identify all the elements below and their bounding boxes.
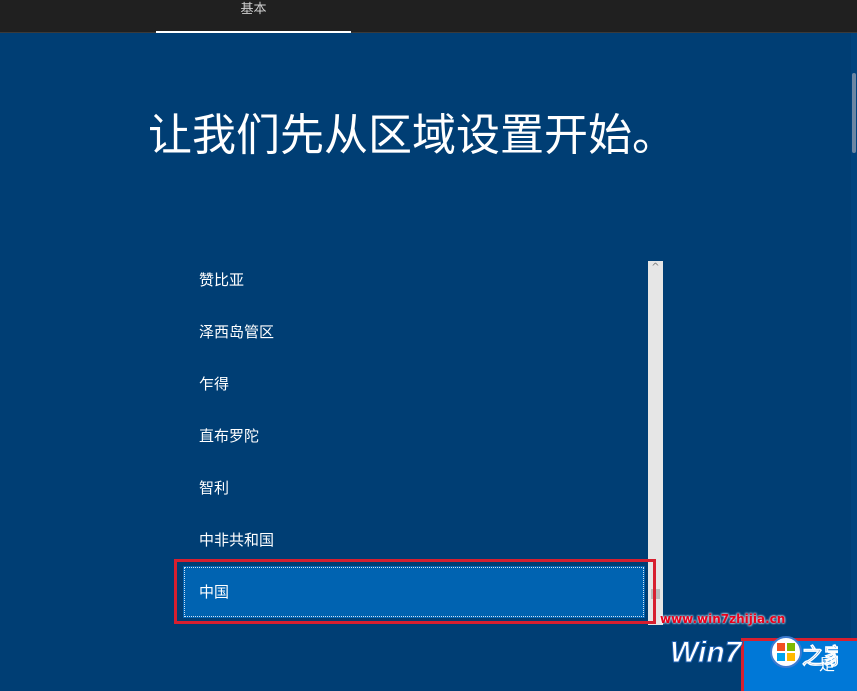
page-title: 让我们先从区域设置开始。 xyxy=(148,110,676,161)
list-item-zambia[interactable]: 赞比亚 xyxy=(183,261,645,306)
list-scrollbar-thumb[interactable] xyxy=(651,589,660,599)
list-item-central-african-republic[interactable]: 中非共和国 xyxy=(183,514,645,566)
yes-button[interactable]: 是 xyxy=(741,638,857,691)
list-item-label: 泽西岛管区 xyxy=(199,323,275,341)
list-item-jersey[interactable]: 泽西岛管区 xyxy=(183,306,645,358)
list-item-label: 智利 xyxy=(199,479,230,497)
list-item-chile[interactable]: 智利 xyxy=(183,462,645,514)
list-item-china[interactable]: 中国 xyxy=(183,566,645,618)
scroll-up-arrow-icon[interactable]: ^ xyxy=(648,261,663,275)
list-item-chad[interactable]: 乍得 xyxy=(183,358,645,410)
list-item-label: 中国 xyxy=(199,583,230,601)
region-list[interactable]: 赞比亚 泽西岛管区 乍得 直布罗陀 智利 中非共和国 中国 xyxy=(174,261,648,625)
logo-text: Win7 xyxy=(670,636,743,669)
tab-basic-label: 基本 xyxy=(240,2,267,17)
watermark-url: www.win7zhijia.cn xyxy=(660,612,786,626)
list-item-gibraltar[interactable]: 直布罗陀 xyxy=(183,410,645,462)
list-item-label: 乍得 xyxy=(199,375,230,393)
top-bar: 基本 xyxy=(0,0,857,33)
list-item-label: 赞比亚 xyxy=(199,271,245,289)
yes-button-label: 是 xyxy=(818,655,835,674)
list-item-label: 直布罗陀 xyxy=(199,427,260,445)
window-scrollbar[interactable] xyxy=(851,33,857,691)
window-scrollbar-thumb[interactable] xyxy=(852,73,856,153)
list-scrollbar[interactable]: ^ xyxy=(648,261,663,625)
list-item-label: 中非共和国 xyxy=(199,531,275,549)
tab-basic[interactable]: 基本 xyxy=(156,0,351,33)
